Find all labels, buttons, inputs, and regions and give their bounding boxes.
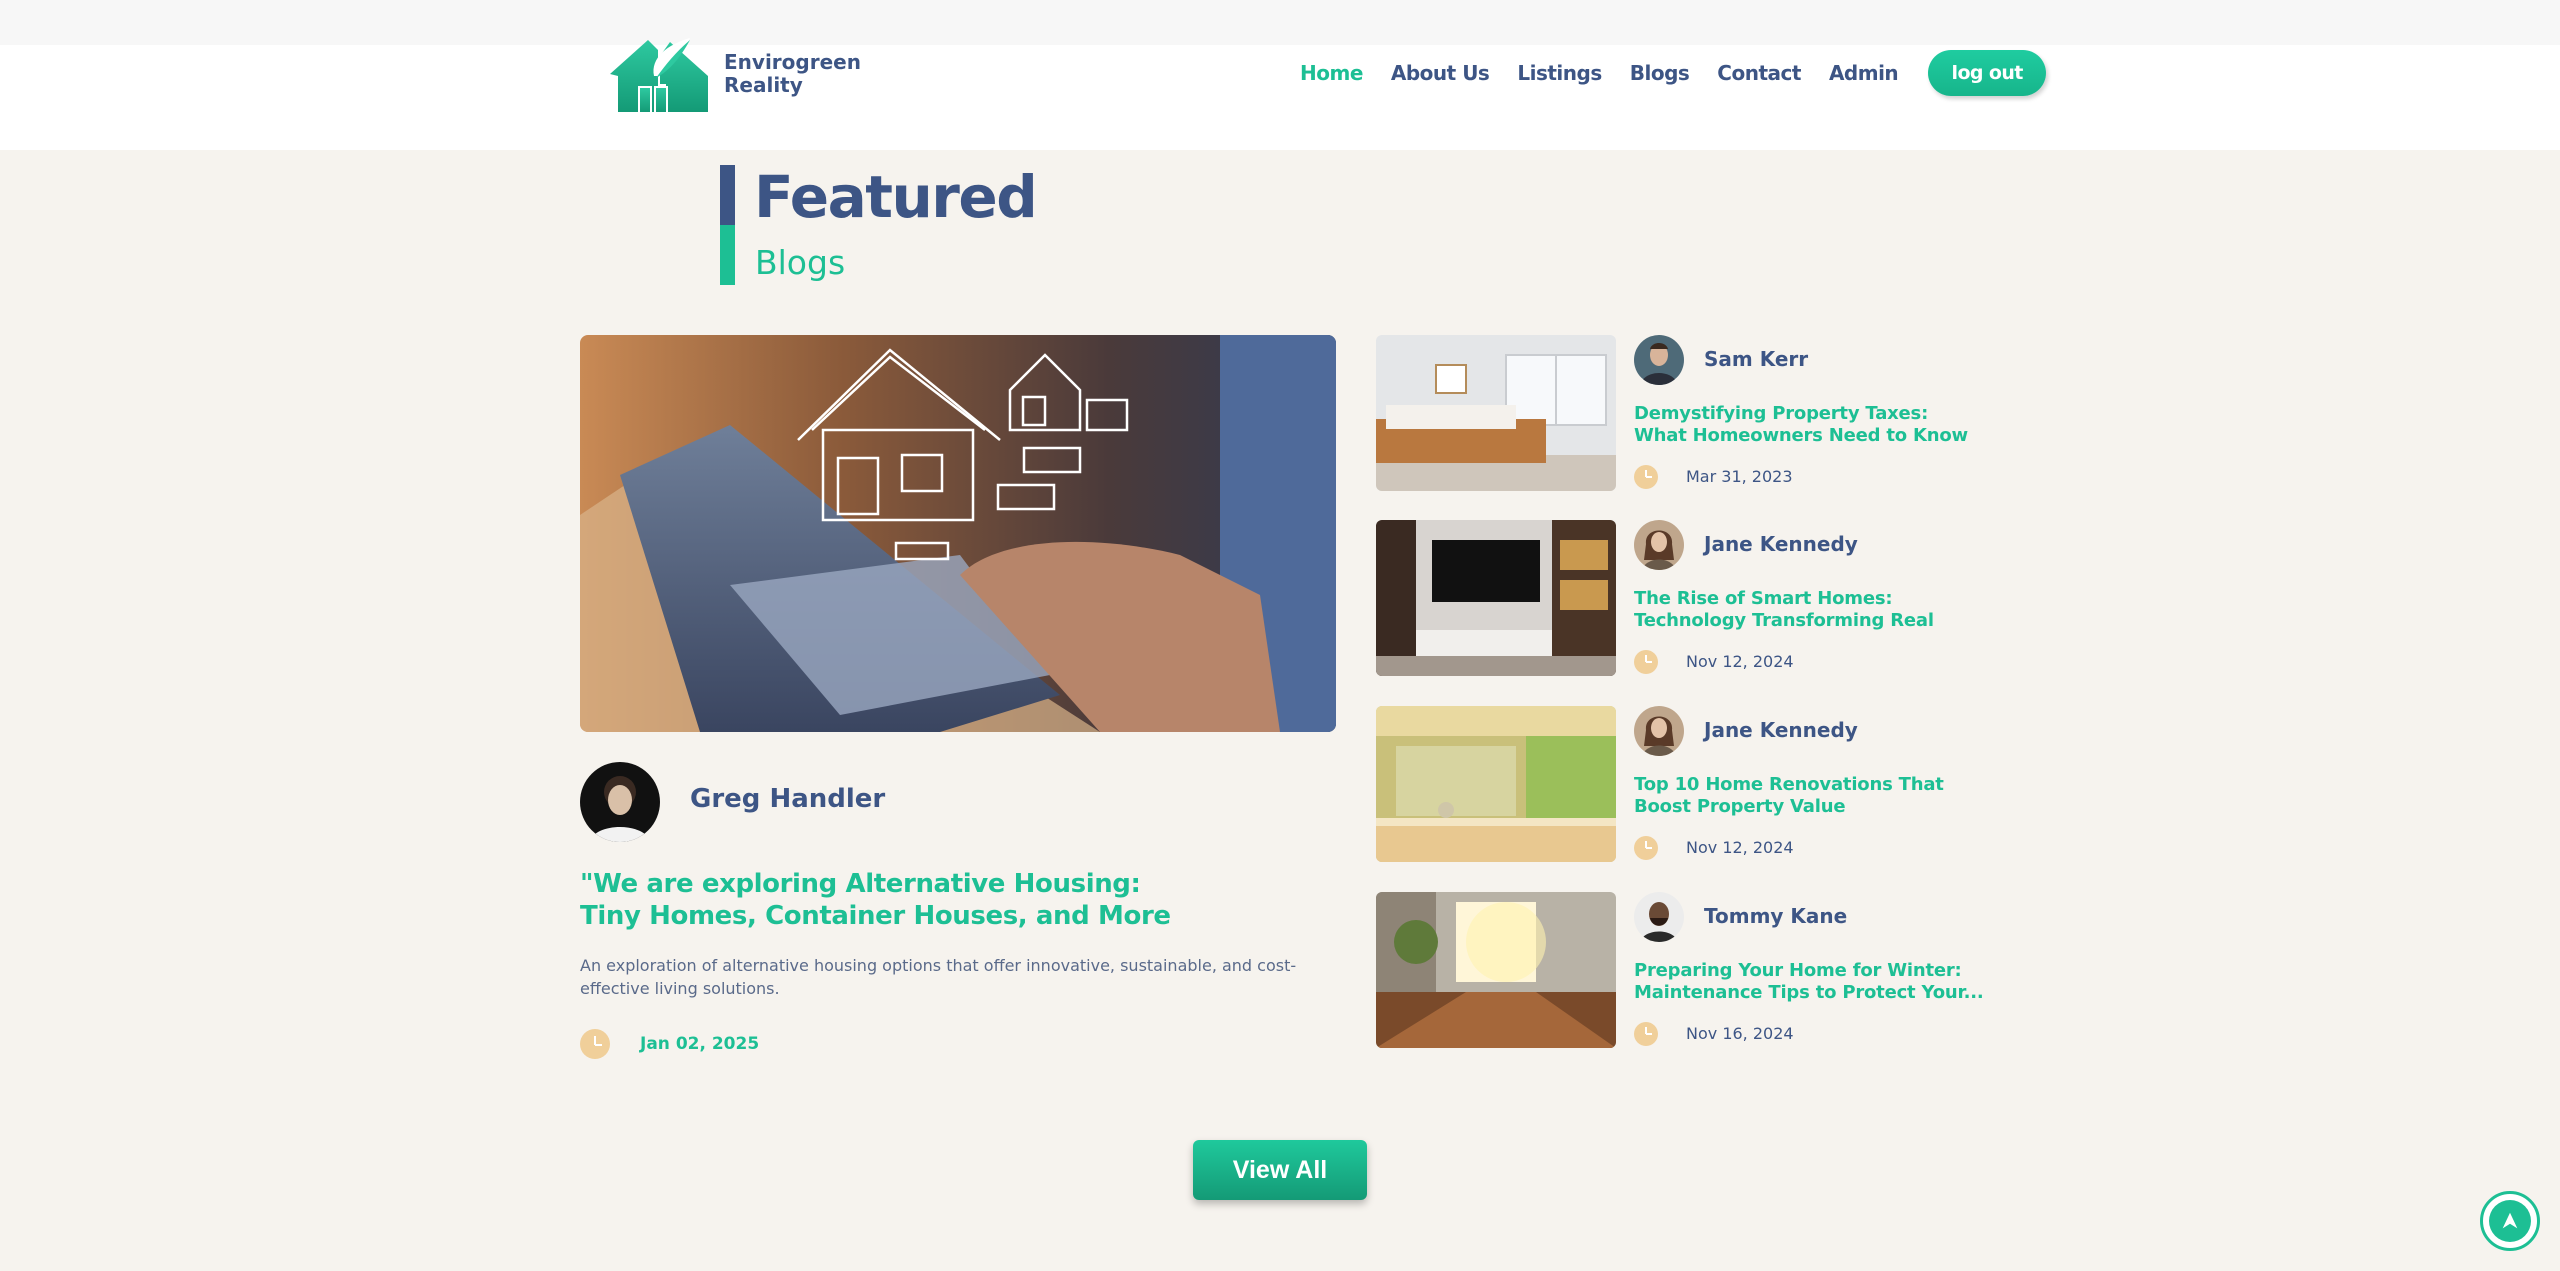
featured-post-description: An exploration of alternative housing op… — [580, 956, 1297, 998]
house-leaf-logo-icon — [610, 38, 708, 112]
nav-about-us[interactable]: About Us — [1391, 61, 1490, 85]
blog-card-title-line2: Maintenance Tips to Protect Your... — [1634, 982, 1984, 1003]
heading-accent-bar-blue — [720, 165, 735, 225]
clock-icon — [1634, 1022, 1658, 1046]
view-all-button[interactable]: View All — [1193, 1140, 1367, 1200]
blog-card[interactable]: Tommy Kane Preparing Your Home for Winte… — [1376, 892, 1986, 1048]
blog-card-author-avatar[interactable] — [1634, 892, 1684, 942]
section-title: Featured — [754, 163, 1038, 231]
blog-card-author-name[interactable]: Tommy Kane — [1704, 904, 1847, 928]
featured-author-name[interactable]: Greg Handler — [690, 784, 885, 814]
brand-name-line2: Reality — [724, 73, 803, 97]
blog-card-title[interactable]: Top 10 Home Renovations That Boost Prope… — [1634, 774, 1986, 818]
blog-card-image[interactable] — [1376, 892, 1616, 1048]
nav-contact[interactable]: Contact — [1717, 61, 1801, 85]
clock-icon — [580, 1029, 610, 1059]
blog-card-title[interactable]: Preparing Your Home for Winter: Maintena… — [1634, 960, 1986, 1004]
featured-author-avatar[interactable] — [580, 762, 660, 842]
blog-card-title[interactable]: Demystifying Property Taxes: What Homeow… — [1634, 403, 1986, 447]
blog-card-image[interactable] — [1376, 335, 1616, 491]
nav-listings[interactable]: Listings — [1517, 61, 1602, 85]
blog-card-date: Nov 12, 2024 — [1686, 838, 1794, 857]
logout-button[interactable]: log out — [1928, 50, 2047, 96]
scroll-to-top-button[interactable] — [2480, 1191, 2540, 1251]
blog-card[interactable]: Jane Kennedy The Rise of Smart Homes: Te… — [1376, 520, 1986, 676]
nav-admin[interactable]: Admin — [1829, 61, 1899, 85]
brand-name-line1: Envirogreen — [724, 50, 861, 74]
blog-card-image[interactable] — [1376, 706, 1616, 862]
blog-card-author-name[interactable]: Jane Kennedy — [1704, 718, 1858, 742]
nav-blogs[interactable]: Blogs — [1630, 61, 1690, 85]
section-subtitle: Blogs — [755, 243, 846, 282]
brand-logo[interactable]: Envirogreen Reality — [610, 36, 870, 112]
clock-icon — [1634, 465, 1658, 489]
main-nav: Home About Us Listings Blogs Contact Adm… — [1300, 50, 2047, 96]
blog-card-date: Nov 16, 2024 — [1686, 1024, 1794, 1043]
blog-card-date: Nov 12, 2024 — [1686, 652, 1794, 671]
blog-card-author-avatar[interactable] — [1634, 706, 1684, 756]
blog-card[interactable]: Sam Kerr Demystifying Property Taxes: Wh… — [1376, 335, 1986, 491]
site-header: Envirogreen Reality Home About Us Listin… — [0, 0, 2560, 150]
blog-card-date: Mar 31, 2023 — [1686, 467, 1793, 486]
heading-accent-bar-green — [720, 225, 735, 285]
header-top-strip — [0, 0, 2560, 45]
blog-card-image[interactable] — [1376, 520, 1616, 676]
blog-card-author-avatar[interactable] — [1634, 335, 1684, 385]
blog-card-title[interactable]: The Rise of Smart Homes: Technology Tran… — [1634, 588, 1986, 632]
blog-card-title-line1: Preparing Your Home for Winter: — [1634, 960, 1962, 981]
blog-card-author-name[interactable]: Jane Kennedy — [1704, 532, 1858, 556]
nav-home[interactable]: Home — [1300, 61, 1363, 85]
featured-post-date: Jan 02, 2025 — [640, 1034, 760, 1054]
blog-card[interactable]: Jane Kennedy Top 10 Home Renovations Tha… — [1376, 706, 1986, 862]
blog-card-author-name[interactable]: Sam Kerr — [1704, 347, 1808, 371]
blog-card-author-avatar[interactable] — [1634, 520, 1684, 570]
arrow-up-icon — [2489, 1200, 2531, 1242]
featured-post-image[interactable] — [580, 335, 1336, 732]
clock-icon — [1634, 836, 1658, 860]
featured-post-title[interactable]: "We are exploring Alternative Housing: T… — [580, 868, 1180, 932]
clock-icon — [1634, 650, 1658, 674]
